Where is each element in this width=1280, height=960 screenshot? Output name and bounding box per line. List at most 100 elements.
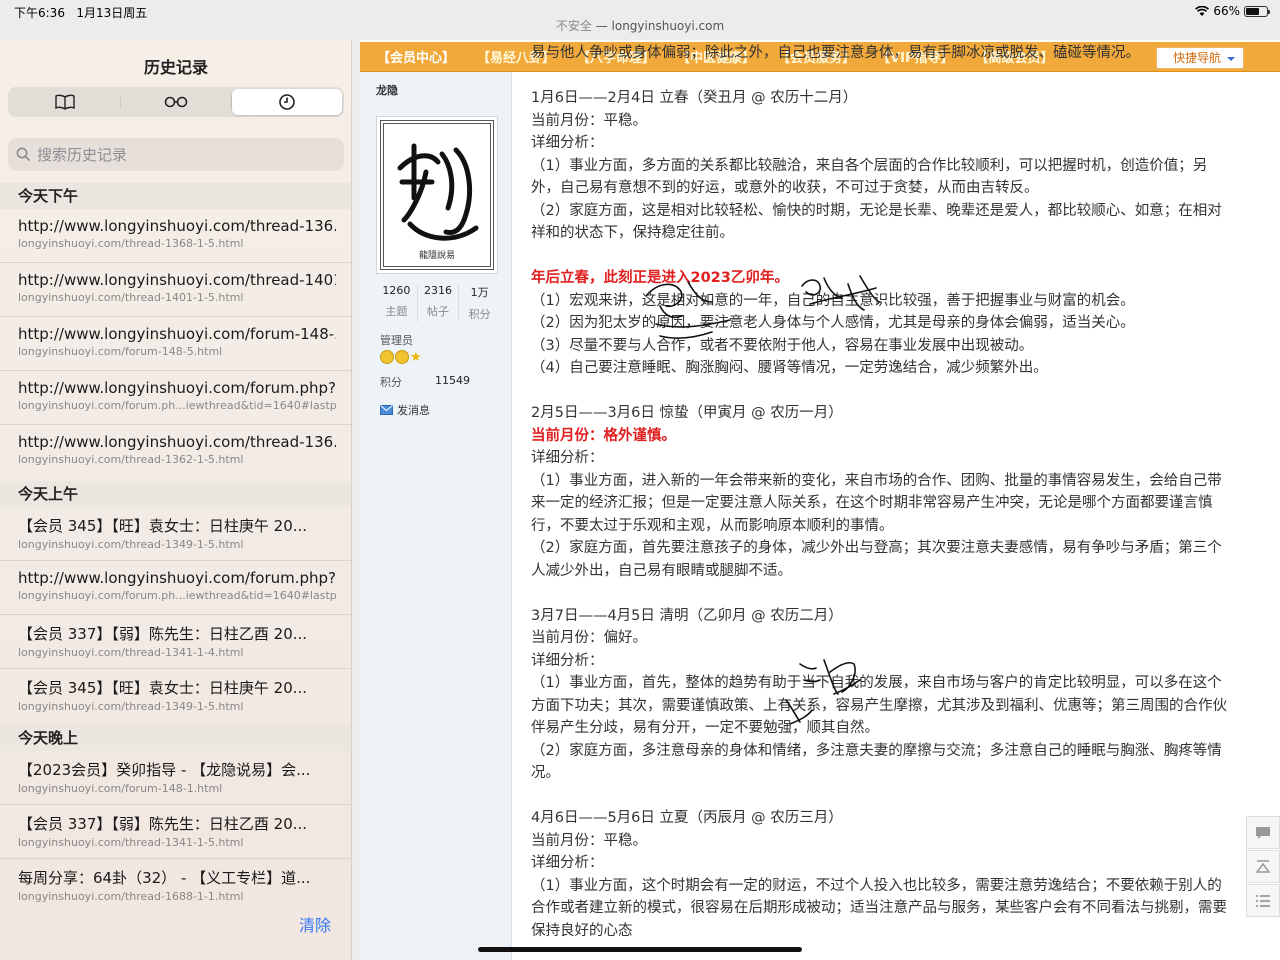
history-item[interactable]: http://www.longyinshuoyi.com/forum.php?.… [0, 371, 351, 425]
floating-tools [1246, 816, 1280, 918]
clear-history-button[interactable]: 清除 [299, 912, 331, 936]
post-line: 合作或者建立新的模式，很容易在后期形成被动；适当注意产品与服务，某些客户会有不同… [531, 900, 1227, 916]
search-icon [16, 147, 31, 162]
post-line: 当前月份：平稳。 [531, 112, 647, 129]
address-bar[interactable]: 不安全 — longyinshuoyi.com [0, 17, 1280, 34]
nav-member-center[interactable]: 【会员中心】 [366, 47, 466, 66]
top-arrow-icon [1255, 859, 1271, 873]
history-sidebar: 历史记录 搜索历史记录 今天下午 http://www.longyinshuoy… [0, 40, 352, 960]
post-content: 易与他人争吵或身体偏弱；除此之外，自己也要注意身体，易有手脚冰凉或脱发、磕碰等情… [531, 42, 1261, 942]
author-name[interactable]: 龙隐 [376, 82, 398, 98]
post-line: （2）家庭方面，多注意母亲的身体和情绪，多注意夫妻的摩擦与交流；多注意自己的睡眠… [531, 742, 1222, 759]
tab-history[interactable] [232, 89, 342, 115]
section-header: 今天上午 [0, 481, 351, 507]
post-line: （1）宏观来讲，这是相对如意的一年，自己的自主意识比较强，善于把握事业与财富的机… [531, 292, 1135, 309]
tab-reading-list[interactable] [121, 89, 231, 115]
search-placeholder: 搜索历史记录 [37, 146, 128, 164]
post-line: （3）尽量不要与人合作，或者不要依附于他人，容易在事业发展中出现被动。 [531, 337, 1034, 354]
post-line: 保持良好的心态 [531, 922, 633, 939]
post-line: 人减少外出，自己易有眼睛或腿脚不适。 [531, 562, 792, 579]
wifi-icon [1195, 5, 1210, 16]
post-line: 伴易产生分歧，易有分开，一定不要勉强，顺其自然。 [531, 720, 879, 736]
post-line: 况。 [531, 765, 560, 781]
send-message-link[interactable]: 发消息 [380, 402, 430, 418]
medal-icon [395, 350, 409, 364]
author-panel: 龙隐 龍隱說易 1260 主题 2316 帖子 1万 积分 管理员 ★ 积分 11549… [360, 72, 512, 960]
web-page: 【会员中心】 【易经八卦】 【八字命理】 【中医健康】 【会员服务】 【VIP指… [360, 40, 1280, 960]
post-line: 祥和的状态下，保持稳定往前。 [531, 225, 734, 241]
history-search-input[interactable]: 搜索历史记录 [8, 138, 344, 171]
author-badges: ★ [380, 350, 422, 365]
highlight-line: 年后立春，此刻正是进入2023乙卯年。 [531, 270, 789, 286]
history-item[interactable]: 【会员 337】【弱】陈先生：日柱乙酉 20... longyinshuoyi.c… [0, 615, 351, 669]
history-item[interactable]: http://www.longyinshuoyi.com/thread-136.… [0, 425, 351, 479]
post-line: （4）自己要注意睡眠、胸涨胸闷、腰肾等情况，一定劳逸结合，减少频繁外出。 [531, 360, 1048, 376]
post-line: （1）事业方面，进入新的一年会带来新的变化，来自市场的合作、团购、批量的事情容易… [531, 472, 1222, 489]
post-line: 详细分析： [531, 855, 604, 871]
post-line: 详细分析： [531, 135, 604, 151]
history-item[interactable]: 每周分享：64卦（32） - 【义工专栏】道... longyinshuoyi.c… [0, 859, 351, 913]
reply-button[interactable] [1246, 816, 1280, 849]
post-line: 方面下功夫；其次，需要谨慎政策、上有关系，容易产生摩擦，尤其涉及到福利、优惠等；… [531, 697, 1227, 714]
post-line: （1）事业方面，这个时期会有一定的财运，不过个人投入也比较多，需要注意劳逸结合；… [531, 877, 1222, 894]
envelope-icon [380, 405, 393, 415]
avatar[interactable]: 龍隱說易 [376, 116, 498, 274]
battery-icon [1244, 5, 1270, 17]
star-icon: ★ [410, 350, 422, 365]
post-line: （1）事业方面，多方面的关系都比较融洽，来自各个层面的合作比较顺利，可以把握时机… [531, 157, 1208, 174]
post-line: （2）家庭方面，这是相对比较轻松、愉快的时期，无论是长辈、晚辈还是爱人，都比较顺… [531, 202, 1222, 219]
post-line: （2）家庭方面，首先要注意孩子的身体，减少外出与登高；其次要注意夫妻感情，易有争… [531, 540, 1222, 556]
post-line: 详细分析： [531, 450, 604, 466]
home-indicator [478, 947, 802, 952]
reading-list-icon [164, 96, 188, 108]
clock-icon [279, 94, 295, 110]
book-icon [55, 94, 75, 110]
post-line: 2月5日——3月6日 惊蛰（甲寅月 @ 农历一月） [531, 405, 843, 421]
tab-bookmarks[interactable] [10, 89, 120, 115]
history-item[interactable]: 【会员 345】【旺】袁女士：日柱庚午 20... longyinshuoyi.c… [0, 669, 351, 723]
seal-logo: 龍隱說易 [397, 143, 479, 261]
history-item[interactable]: http://www.longyinshuoyi.com/forum-148-.… [0, 317, 351, 371]
post-line: 当前月份：偏好。 [531, 630, 647, 646]
history-item[interactable]: http://www.longyinshuoyi.com/thread-136.… [0, 209, 351, 263]
history-item[interactable]: http://www.longyinshuoyi.com/forum.php?.… [0, 561, 351, 615]
section-header: 今天下午 [0, 183, 351, 209]
list-icon [1256, 894, 1270, 907]
list-button[interactable] [1246, 884, 1280, 917]
battery-percent: 66% [1213, 4, 1240, 18]
post-line: 行，不要太过于乐观和主观，从而影响原本顺利的事情。 [531, 517, 894, 534]
svg-text:龍隱說易: 龍隱說易 [419, 249, 455, 261]
author-stats: 1260 主题 2316 帖子 1万 积分 [376, 284, 500, 322]
section-header: 今天晚上 [0, 725, 351, 751]
highlight-line: 当前月份：格外谨慎。 [531, 427, 676, 444]
sidebar-title: 历史记录 [143, 58, 208, 77]
history-item[interactable]: http://www.longyinshuoyi.com/thread-1401… [0, 263, 351, 317]
post-line: 易与他人争吵或身体偏弱；除此之外，自己也要注意身体，易有手脚冰凉或脱发、磕碰等情… [531, 45, 1140, 61]
post-line: 3月7日——4月5日 清明（乙卯月 @ 农历二月） [531, 607, 843, 624]
post-line: 当前月份：平稳。 [531, 832, 647, 849]
stat-posts[interactable]: 2316 帖子 [416, 284, 459, 322]
author-role[interactable]: 管理员 [380, 332, 413, 348]
history-item[interactable]: 【会员 345】【旺】袁女士：日柱庚午 20... longyinshuoyi.c… [0, 507, 351, 561]
post-line: 外，自己易有意想不到的好运，或意外的收获，不可过于贪婪，从而由吉转反。 [531, 180, 1039, 196]
status-right: 66% [1195, 4, 1270, 18]
post-line: 4月6日——5月6日 立夏（丙辰月 @ 农历三月） [531, 810, 843, 826]
author-credits: 积分 11549 [380, 374, 470, 389]
stat-threads[interactable]: 1260 主题 [376, 284, 417, 322]
history-item[interactable]: 【2023会员】癸卯指导 - 【龙隐说易】会... longyinshuoyi.c… [0, 751, 351, 805]
medal-icon [380, 350, 394, 364]
post-line: 详细分析： [531, 652, 604, 669]
back-to-top-button[interactable] [1246, 850, 1280, 883]
sidebar-segmented-control [8, 87, 344, 117]
history-item[interactable]: 【会员 337】【弱】陈先生：日柱乙酉 20... longyinshuoyi.c… [0, 805, 351, 859]
post-line: 来一定的经济汇报；但是一定要注意人际关系，在这个时期非常容易产生冲突，无论是哪个… [531, 495, 1213, 511]
comment-icon [1256, 826, 1270, 839]
post-line: 1月6日——2月4日 立春（癸丑月 @ 农历十二月） [531, 90, 858, 106]
post-line: （2）因为犯太岁的原因，要注意老人身体与个人感情，尤其是母亲的身体会偏弱，适当关… [531, 315, 1135, 331]
stat-credits[interactable]: 1万 积分 [458, 284, 500, 322]
